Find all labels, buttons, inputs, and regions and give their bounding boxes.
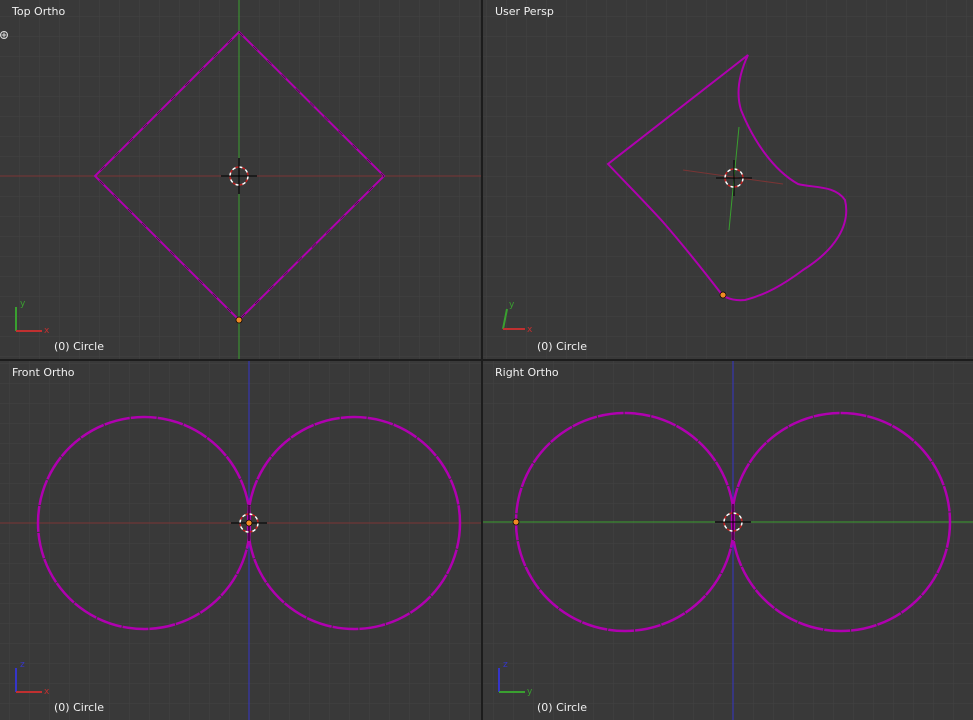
right-grid xyxy=(483,361,973,720)
top-grid xyxy=(0,0,481,359)
svg-text:y: y xyxy=(527,687,533,697)
viewport-title: Right Ortho xyxy=(495,366,559,379)
plus-icon[interactable] xyxy=(0,30,10,40)
viewport-title: Top Ortho xyxy=(12,5,66,18)
object-origin xyxy=(719,291,727,299)
axis-gizmo: z x xyxy=(15,660,50,697)
svg-text:z: z xyxy=(20,660,25,670)
object-origin xyxy=(512,518,520,526)
svg-text:x: x xyxy=(44,687,50,697)
svg-text:x: x xyxy=(44,326,50,336)
viewport-title: User Persp xyxy=(495,5,554,18)
object-label: (0) Circle xyxy=(537,701,587,714)
viewport-right-ortho[interactable]: Right Ortho z y (0) Circle xyxy=(483,361,973,720)
user-grid xyxy=(483,0,973,359)
axis-gizmo: y x xyxy=(502,300,533,335)
svg-text:z: z xyxy=(503,660,508,670)
front-grid xyxy=(0,361,481,720)
object-label: (0) Circle xyxy=(54,701,104,714)
object-label: (0) Circle xyxy=(54,340,104,353)
object-origin xyxy=(245,519,253,527)
svg-text:y: y xyxy=(509,300,515,310)
axis-gizmo: z y xyxy=(498,660,533,697)
object-label: (0) Circle xyxy=(537,340,587,353)
svg-text:y: y xyxy=(20,299,26,309)
viewport-front-ortho[interactable]: Front Ortho z x (0) Circle xyxy=(0,361,481,720)
object-origin xyxy=(235,316,243,324)
axis-gizmo: y x xyxy=(15,299,50,336)
svg-text:x: x xyxy=(527,325,533,335)
viewport-user-persp[interactable]: User Persp y x (0) Circle xyxy=(483,0,973,359)
viewport-title: Front Ortho xyxy=(12,366,75,379)
viewport-top-ortho[interactable]: Top Ortho y x (0) Circle xyxy=(0,0,481,359)
